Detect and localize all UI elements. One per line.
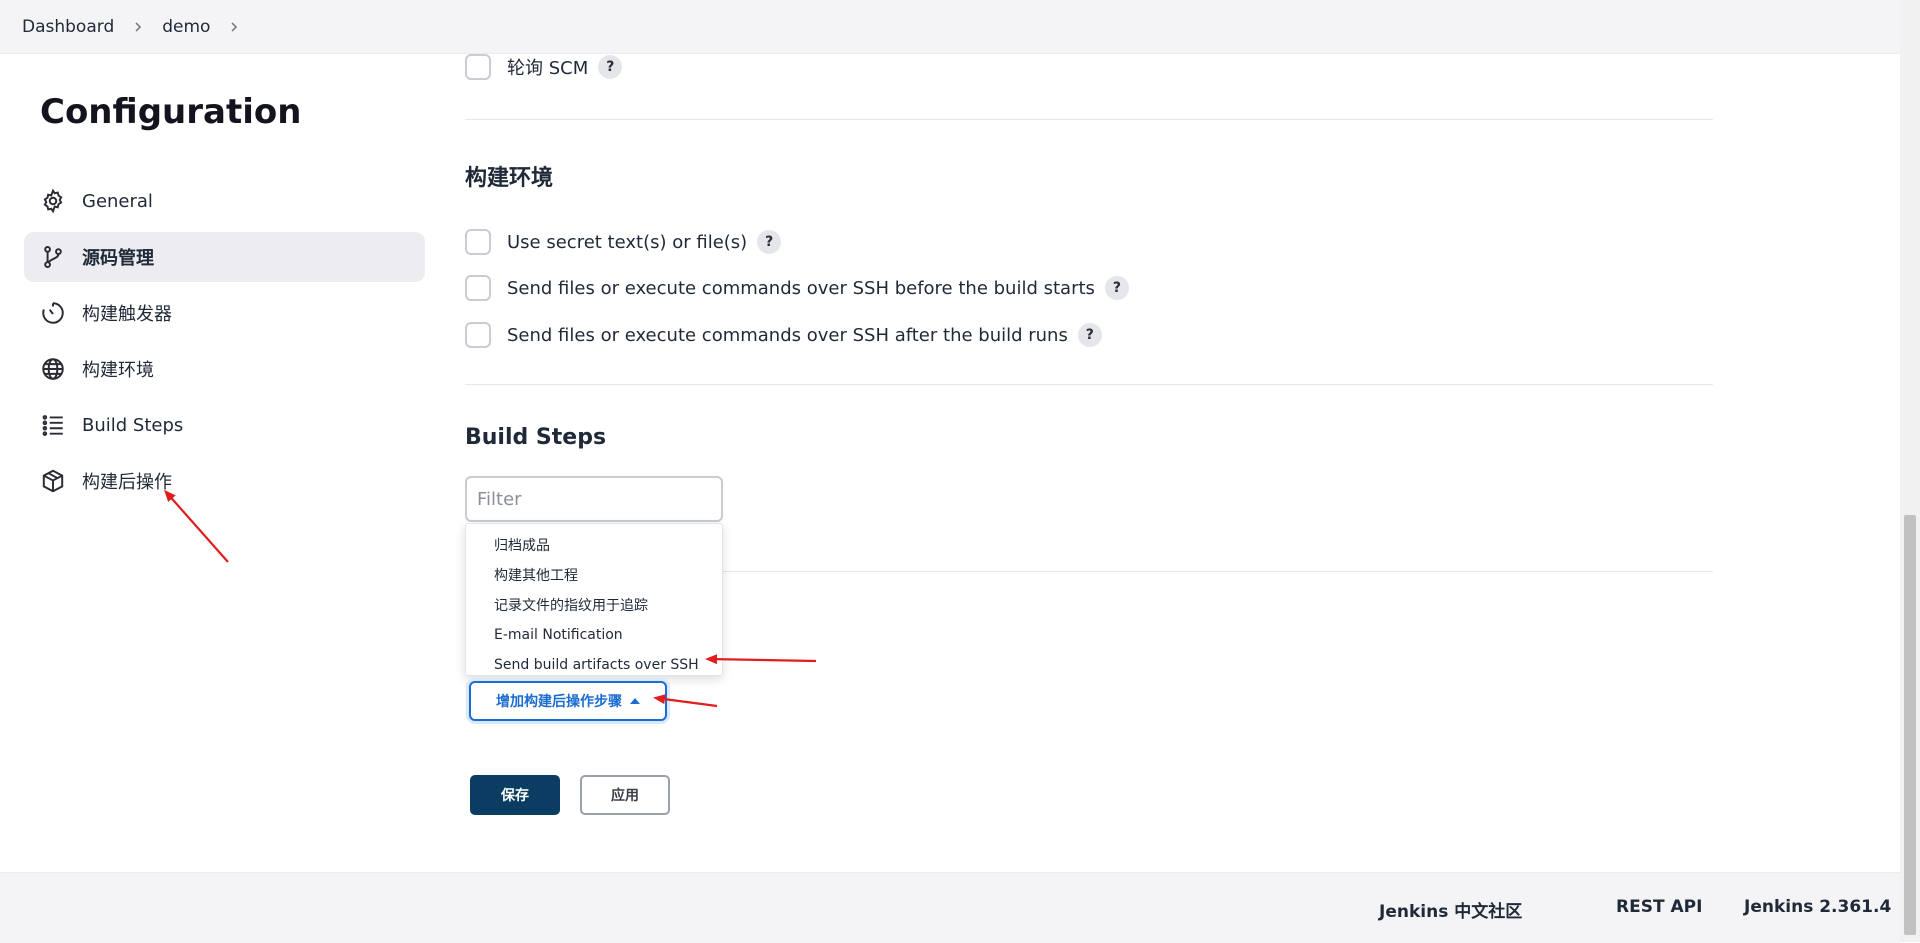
gear-icon <box>40 188 66 214</box>
breadcrumb: Dashboard demo <box>0 0 1900 54</box>
section-divider <box>465 119 1713 120</box>
ssh-after-build-option: Send files or execute commands over SSH … <box>465 322 1102 348</box>
breadcrumb-dashboard[interactable]: Dashboard <box>22 17 114 37</box>
help-icon[interactable]: ? <box>1077 323 1102 347</box>
sidebar-item-build-triggers[interactable]: 构建触发器 <box>24 288 425 338</box>
apply-button[interactable]: 应用 <box>580 775 670 815</box>
add-post-build-step-button[interactable]: 增加构建后操作步骤 <box>469 681 667 721</box>
sidebar-item-label: General <box>82 190 153 212</box>
ssh-before-build-option: Send files or execute commands over SSH … <box>465 275 1129 301</box>
footer-link-community[interactable]: Jenkins 中文社区 <box>1379 897 1522 922</box>
caret-up-icon <box>630 698 640 704</box>
sidebar-item-post-build-actions[interactable]: 构建后操作 <box>24 456 425 506</box>
branch-icon <box>40 244 66 270</box>
dropdown-item-archive-artifacts[interactable]: 归档成品 <box>466 530 722 560</box>
help-icon[interactable]: ? <box>1104 276 1129 300</box>
secret-files-option: Use secret text(s) or file(s) ? <box>465 229 782 255</box>
sidebar-item-general[interactable]: General <box>24 176 425 226</box>
globe-icon <box>40 356 66 382</box>
sidebar-item-source-control[interactable]: 源码管理 <box>24 232 425 282</box>
scrollbar-thumb[interactable] <box>1904 515 1916 935</box>
package-icon <box>40 468 66 494</box>
sidebar-item-label: 源码管理 <box>82 248 154 269</box>
sidebar-item-build-steps[interactable]: Build Steps <box>24 400 425 450</box>
dropdown-item-email-notification[interactable]: E-mail Notification <box>466 620 722 650</box>
ssh-after-build-checkbox[interactable] <box>465 322 491 348</box>
dropdown-item-record-fingerprints[interactable]: 记录文件的指纹用于追踪 <box>466 590 722 620</box>
list-icon <box>40 412 66 438</box>
option-label: Send files or execute commands over SSH … <box>507 324 1068 346</box>
section-divider <box>465 384 1713 385</box>
poll-scm-checkbox[interactable] <box>465 54 491 80</box>
footer-link-rest-api[interactable]: REST API <box>1616 897 1702 917</box>
option-label: Send files or execute commands over SSH … <box>507 277 1095 299</box>
option-label: Use secret text(s) or file(s) <box>507 231 748 253</box>
chevron-right-icon[interactable] <box>228 21 240 33</box>
chevron-right-icon <box>132 21 144 33</box>
poll-scm-option: 轮询 SCM ? <box>465 54 623 80</box>
sidebar-item-label: 构建触发器 <box>82 304 172 325</box>
dropdown-item-send-artifacts-ssh[interactable]: Send build artifacts over SSH <box>466 650 722 680</box>
filter-input[interactable] <box>465 476 723 522</box>
sidebar-item-label: 构建环境 <box>82 360 154 381</box>
page-title: Configuration <box>40 92 302 132</box>
page-scrollbar[interactable] <box>1900 0 1920 942</box>
sidebar-item-label: 构建后操作 <box>82 472 172 493</box>
build-environment-title: 构建环境 <box>465 166 554 191</box>
save-button[interactable]: 保存 <box>470 775 560 815</box>
dropdown-item-build-other-projects[interactable]: 构建其他工程 <box>466 560 722 590</box>
sidebar-item-label: Build Steps <box>82 414 184 436</box>
ssh-before-build-checkbox[interactable] <box>465 275 491 301</box>
page-footer: Jenkins 中文社区 REST API Jenkins 2.361.4 <box>0 872 1900 943</box>
breadcrumb-demo[interactable]: demo <box>162 17 210 37</box>
sidebar-item-build-environment[interactable]: 构建环境 <box>24 344 425 394</box>
footer-link-version[interactable]: Jenkins 2.361.4 <box>1744 897 1891 917</box>
config-sidebar: General 源码管理 构建触发器 构建环境 Build Steps 构建后操… <box>24 176 425 512</box>
build-steps-title: Build Steps <box>465 425 607 450</box>
add-post-build-step-label: 增加构建后操作步骤 <box>496 694 622 710</box>
help-icon[interactable]: ? <box>757 230 782 254</box>
add-step-dropdown: 归档成品 构建其他工程 记录文件的指纹用于追踪 E-mail Notificat… <box>465 523 723 676</box>
help-icon[interactable]: ? <box>598 55 623 79</box>
secret-files-checkbox[interactable] <box>465 229 491 255</box>
poll-scm-label: 轮询 SCM <box>507 58 589 79</box>
clock-icon <box>40 300 66 326</box>
annotation-arrow <box>705 654 817 665</box>
